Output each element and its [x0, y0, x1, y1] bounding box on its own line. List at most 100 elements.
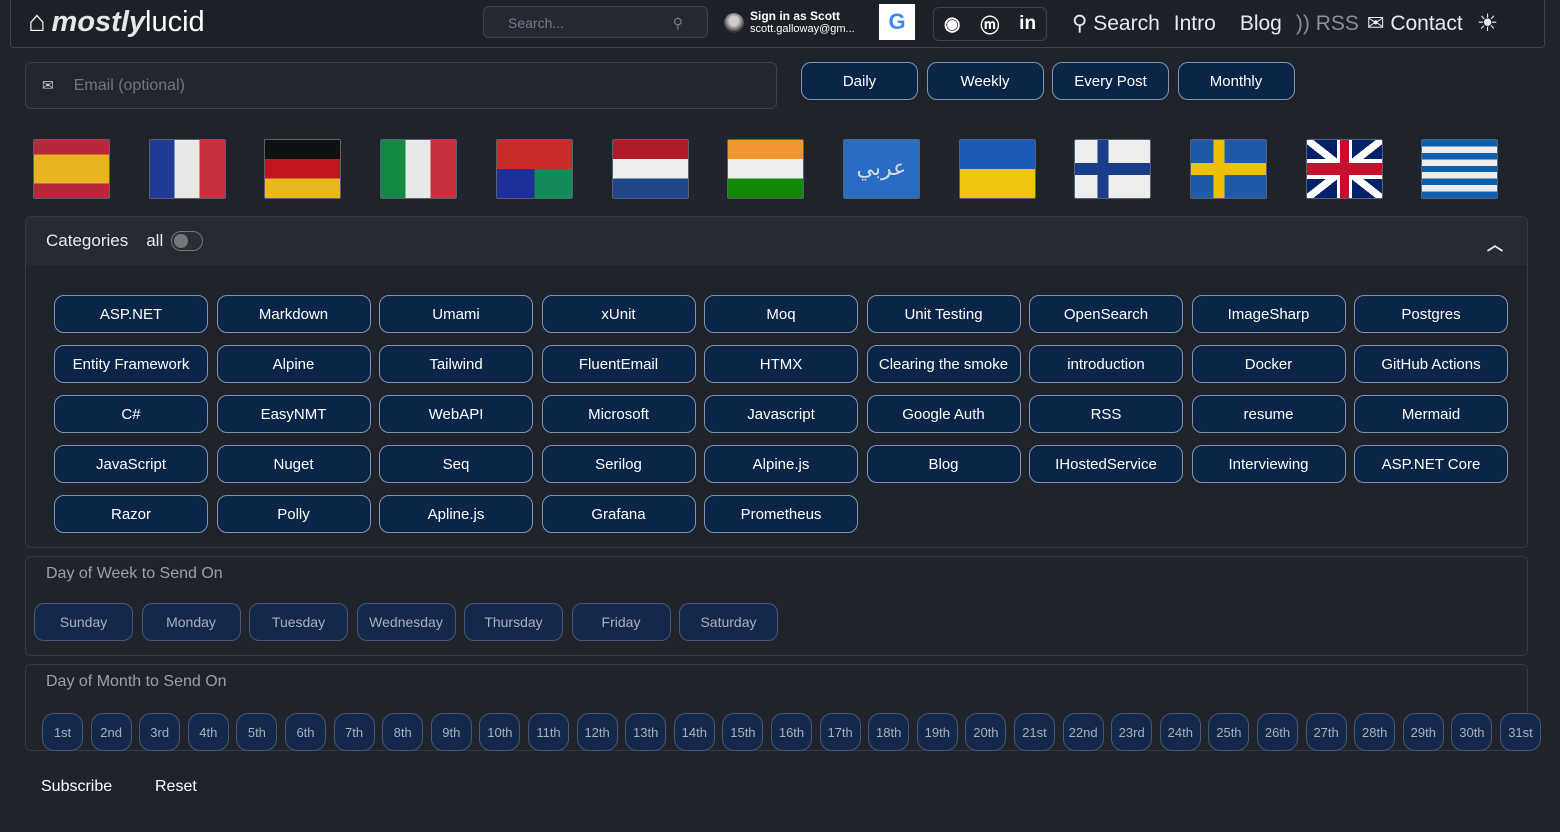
month-day-button[interactable]: 23rd [1111, 713, 1153, 751]
mastodon-icon[interactable]: ⓜ [980, 11, 999, 38]
category-button[interactable]: Razor [54, 495, 208, 533]
category-button[interactable]: Prometheus [704, 495, 858, 533]
day-wednesday[interactable]: Wednesday [356, 603, 456, 641]
month-day-button[interactable]: 10th [479, 713, 521, 751]
nav-rss[interactable]: )) RSS [1296, 12, 1359, 36]
flag-chinese[interactable] [495, 139, 573, 199]
category-button[interactable]: IHostedService [1029, 445, 1183, 483]
flag-netherlands[interactable] [611, 139, 689, 199]
day-sunday[interactable]: Sunday [34, 603, 133, 641]
category-button[interactable]: Nuget [216, 445, 371, 483]
month-day-button[interactable]: 31st [1500, 713, 1541, 751]
month-day-button[interactable]: 30th [1451, 713, 1493, 751]
month-day-button[interactable]: 28th [1354, 713, 1396, 751]
flag-sweden[interactable] [1190, 139, 1267, 199]
frequency-weekly[interactable]: Weekly [926, 62, 1044, 100]
day-monday[interactable]: Monday [141, 603, 241, 641]
email-input[interactable] [73, 76, 674, 95]
github-icon[interactable]: ◉ [944, 13, 961, 36]
email-field[interactable]: ✉ [25, 62, 777, 109]
nav-blog[interactable]: Blog [1240, 12, 1282, 36]
category-button[interactable]: Clearing the smoke [866, 345, 1021, 383]
month-day-button[interactable]: 20th [965, 713, 1007, 751]
month-day-button[interactable]: 26th [1257, 713, 1298, 751]
flag-finland[interactable] [1074, 139, 1152, 199]
category-button[interactable]: HTMX [704, 345, 858, 383]
flag-spain[interactable] [33, 139, 110, 199]
month-day-button[interactable]: 9th [430, 713, 472, 751]
category-button[interactable]: Blog [866, 445, 1021, 483]
category-button[interactable]: C# [54, 395, 208, 433]
category-button[interactable]: Moq [704, 295, 858, 333]
month-day-button[interactable]: 19th [916, 713, 958, 751]
sign-in-google[interactable]: Sign in as Scott scott.galloway@gm... [724, 10, 855, 36]
month-day-button[interactable]: 18th [868, 713, 910, 751]
flag-uk[interactable] [1305, 139, 1383, 199]
category-button[interactable]: resume [1191, 395, 1346, 433]
category-button[interactable]: ASP.NET Core [1354, 445, 1508, 483]
month-day-button[interactable]: 2nd [90, 713, 132, 751]
category-button[interactable]: introduction [1029, 345, 1183, 383]
category-button[interactable]: Google Auth [866, 395, 1021, 433]
month-day-button[interactable]: 5th [236, 713, 278, 751]
category-button[interactable]: ASP.NET [54, 295, 208, 333]
category-button[interactable]: EasyNMT [216, 395, 371, 433]
month-day-button[interactable]: 4th [187, 713, 229, 751]
category-button[interactable]: Markdown [216, 295, 371, 333]
month-day-button[interactable]: 21st [1014, 713, 1055, 751]
category-button[interactable]: ImageSharp [1191, 295, 1346, 333]
flag-france[interactable] [148, 139, 226, 199]
month-day-button[interactable]: 17th [819, 713, 861, 751]
flag-arabic[interactable]: عربي [842, 139, 920, 199]
category-button[interactable]: Unit Testing [866, 295, 1021, 333]
frequency-daily[interactable]: Daily [801, 62, 918, 100]
month-day-button[interactable]: 13th [625, 713, 667, 751]
all-categories-toggle[interactable] [171, 231, 204, 251]
category-button[interactable]: Microsoft [541, 395, 696, 433]
day-friday[interactable]: Friday [571, 603, 671, 641]
category-button[interactable]: Serilog [541, 445, 696, 483]
day-saturday[interactable]: Saturday [679, 603, 778, 641]
category-button[interactable]: WebAPI [379, 395, 533, 433]
nav-intro[interactable]: Intro [1174, 12, 1216, 36]
category-button[interactable]: GitHub Actions [1354, 345, 1508, 383]
category-button[interactable]: Docker [1191, 345, 1346, 383]
month-day-button[interactable]: 25th [1208, 713, 1250, 751]
google-icon[interactable]: G [879, 4, 915, 40]
month-day-button[interactable]: 7th [333, 713, 375, 751]
frequency-every-post[interactable]: Every Post [1052, 62, 1169, 100]
month-day-button[interactable]: 12th [576, 713, 618, 751]
subscribe-button[interactable]: Subscribe [41, 778, 112, 796]
category-button[interactable]: Umami [379, 295, 533, 333]
reset-button[interactable]: Reset [155, 778, 197, 796]
category-button[interactable]: Tailwind [379, 345, 533, 383]
month-day-button[interactable]: 29th [1402, 713, 1444, 751]
day-thursday[interactable]: Thursday [464, 603, 563, 641]
category-button[interactable]: Interviewing [1191, 445, 1346, 483]
linkedin-icon[interactable]: in [1019, 13, 1036, 35]
category-button[interactable]: Polly [216, 495, 371, 533]
month-day-button[interactable]: 1st [42, 713, 83, 751]
month-day-button[interactable]: 16th [771, 713, 812, 751]
category-button[interactable]: FluentEmail [541, 345, 696, 383]
category-button[interactable]: RSS [1029, 395, 1183, 433]
month-day-button[interactable]: 24th [1159, 713, 1201, 751]
category-button[interactable]: Seq [379, 445, 533, 483]
month-day-button[interactable]: 11th [528, 713, 569, 751]
category-button[interactable]: Javascript [704, 395, 858, 433]
month-day-button[interactable]: 22nd [1062, 713, 1104, 751]
category-button[interactable]: Entity Framework [54, 345, 208, 383]
category-button[interactable]: Grafana [541, 495, 696, 533]
flag-germany[interactable] [264, 139, 342, 199]
categories-header[interactable]: Categories all ︿ [26, 217, 1527, 265]
category-button[interactable]: Mermaid [1354, 395, 1508, 433]
category-button[interactable]: JavaScript [54, 445, 208, 483]
nav-search[interactable]: ⚲ Search [1072, 11, 1160, 36]
search-input[interactable]: Search... ⚲ [483, 6, 708, 38]
flag-india[interactable] [727, 139, 805, 199]
chevron-up-icon[interactable]: ︿ [1487, 231, 1503, 255]
month-day-button[interactable]: 6th [285, 713, 326, 751]
nav-contact[interactable]: ✉ Contact [1367, 11, 1463, 36]
category-button[interactable]: OpenSearch [1029, 295, 1183, 333]
month-day-button[interactable]: 14th [673, 713, 715, 751]
